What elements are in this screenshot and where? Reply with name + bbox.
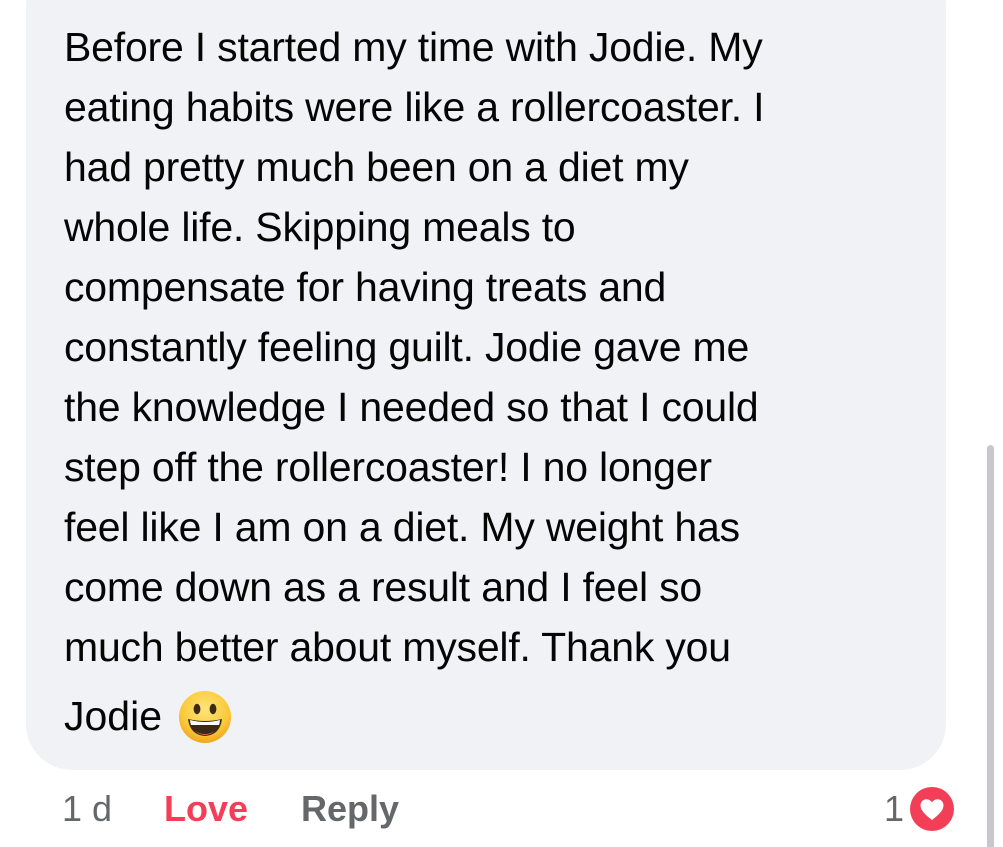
reaction-summary[interactable]: 1	[884, 782, 958, 836]
reply-button[interactable]: Reply	[301, 784, 399, 834]
scrollbar[interactable]	[987, 445, 994, 847]
comment-line: eating habits were like a rollercoaster.…	[64, 84, 765, 130]
grinning-face-emoji-icon	[178, 690, 232, 744]
comment-timestamp: 1 d	[62, 788, 113, 829]
comment-text: Before I started my time with Jodie. My …	[64, 17, 924, 677]
comment-line: compensate for having treats and	[64, 264, 667, 310]
comment-last-line: Jodie	[64, 686, 232, 746]
comment-line: Before I started my time with Jodie. My	[64, 24, 763, 70]
comment-line: feel like I am on a diet. My weight has	[64, 504, 740, 550]
heart-icon	[906, 783, 958, 835]
comment-actions: 1 d Love Reply	[62, 784, 399, 834]
comment-line: had pretty much been on a diet my	[64, 144, 689, 190]
comment-line: Jodie	[64, 693, 163, 739]
love-reaction-button[interactable]: Love	[164, 784, 248, 834]
comment-line: step off the rollercoaster! I no longer	[64, 444, 712, 490]
reaction-count: 1	[884, 788, 905, 829]
comment-line: the knowledge I needed so that I could	[64, 384, 759, 430]
comment-line: much better about myself. Thank you	[64, 624, 731, 670]
comment-line: constantly feeling guilt. Jodie gave me	[64, 324, 750, 370]
comment-line: come down as a result and I feel so	[64, 564, 702, 610]
comment-line: whole life. Skipping meals to	[64, 204, 576, 250]
